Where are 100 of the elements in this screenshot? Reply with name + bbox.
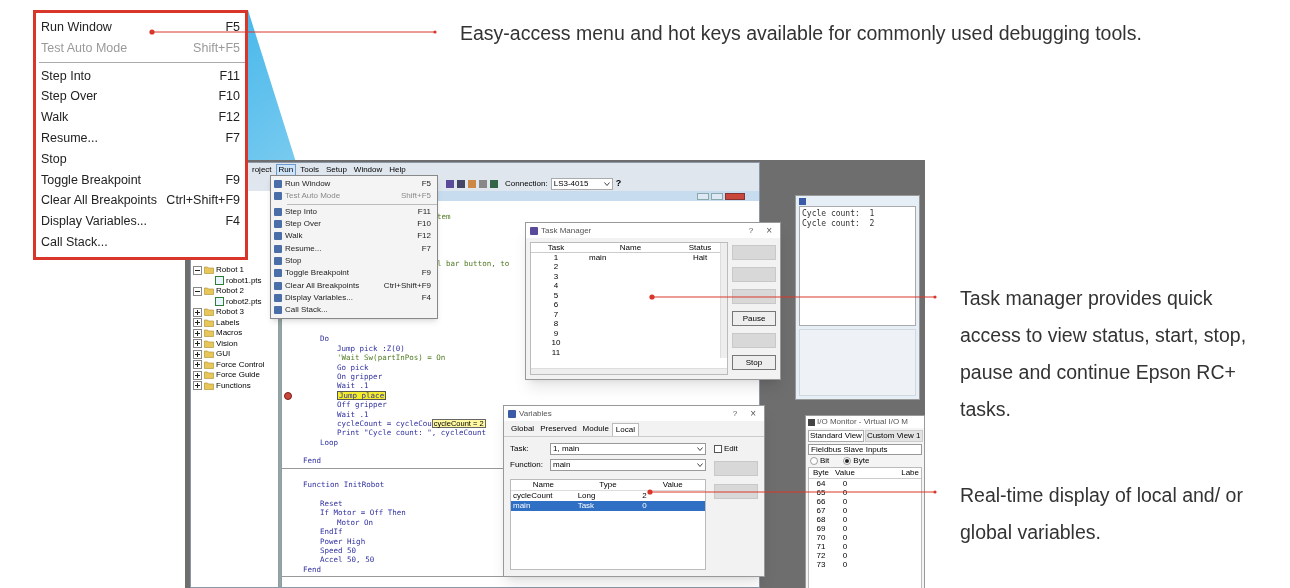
table-cell: 64 <box>816 479 826 488</box>
menu-item[interactable]: Step Into F11 <box>36 65 245 87</box>
connection-label: Connection: <box>505 179 548 188</box>
menu-item[interactable]: Walk F12 <box>36 107 245 128</box>
tree-item[interactable]: GUI <box>216 350 231 359</box>
tree-item[interactable]: robot2.pts <box>226 297 262 306</box>
tab[interactable]: Custom View 1 <box>864 430 923 442</box>
menu-item[interactable]: Call Stack... <box>285 306 437 315</box>
radio-button[interactable] <box>810 457 818 465</box>
menu-item[interactable]: Step Into F11 <box>285 207 437 216</box>
tab[interactable]: Global <box>508 423 538 436</box>
table-cell: 5 <box>553 291 559 300</box>
tree-item[interactable]: Robot 3 <box>216 308 245 317</box>
menu-item[interactable]: Run Window F5 <box>36 17 245 38</box>
expand-icon[interactable] <box>193 318 202 328</box>
help-button[interactable]: ? <box>615 179 622 188</box>
radio-button[interactable] <box>843 457 852 465</box>
close-icon[interactable] <box>725 192 745 200</box>
table-cell: 6 <box>553 301 559 310</box>
radio-label: Bit <box>820 457 830 465</box>
menu-bar-item[interactable]: Tools <box>297 163 322 176</box>
menu-item[interactable]: Display Variables... F4 <box>285 293 437 302</box>
menu-item[interactable]: Stop <box>36 148 245 170</box>
menu-item[interactable]: Toggle Breakpoint F9 <box>36 169 245 191</box>
table-cell: 66 <box>816 497 826 506</box>
tree-item[interactable]: Vision <box>216 339 238 348</box>
breakpoint-icon[interactable] <box>284 391 292 400</box>
close-button[interactable]: × <box>746 408 760 419</box>
tab[interactable]: Standard View <box>808 430 864 442</box>
menu-item[interactable]: Step Over F10 <box>285 220 437 229</box>
tree-item[interactable]: Labels <box>216 318 240 327</box>
expand-icon[interactable] <box>193 360 202 370</box>
horizontal-scrollbar[interactable] <box>531 368 727 374</box>
expand-icon[interactable] <box>193 339 202 349</box>
table-row[interactable]: main Task 0 <box>511 501 705 511</box>
menu-bar-item[interactable]: Setup <box>322 163 350 176</box>
collapse-icon[interactable] <box>193 265 202 275</box>
menu-item[interactable]: Toggle Breakpoint F9 <box>285 269 437 278</box>
checkbox[interactable] <box>714 445 722 453</box>
window-title: Task Manager <box>541 226 593 235</box>
menu-bar-item[interactable]: Run <box>275 163 297 176</box>
table-cell: 11 <box>551 348 561 357</box>
expand-icon[interactable] <box>193 307 202 317</box>
table-cell: 69 <box>816 524 826 533</box>
expand-icon[interactable] <box>193 370 202 380</box>
checkbox-label: Edit <box>724 445 738 453</box>
help-button[interactable]: ? <box>742 226 760 235</box>
tab[interactable]: Module <box>579 423 612 436</box>
expand-icon[interactable] <box>193 328 202 338</box>
tree-item[interactable]: Functions <box>216 381 251 390</box>
menu-item[interactable]: Run Window F5 <box>285 180 437 189</box>
tab[interactable]: Preserved <box>537 423 580 436</box>
dropdown[interactable]: main <box>550 459 706 471</box>
tree-item[interactable]: Force Guide <box>216 371 261 380</box>
menu-item[interactable]: Resume... F7 <box>36 128 245 149</box>
menu-item[interactable]: Display Variables... F4 <box>36 211 245 232</box>
app-icon <box>808 418 815 426</box>
menu-item[interactable]: Call Stack... <box>36 231 245 253</box>
menu-item[interactable]: Clear All Breakpoints Ctrl+Shift+F9 <box>36 190 245 212</box>
field-label: Function: <box>510 461 544 469</box>
vertical-scrollbar[interactable] <box>720 243 727 358</box>
tree-item[interactable]: Force Control <box>216 360 265 369</box>
menu-bar-item[interactable]: roject <box>249 163 275 176</box>
dialog-button[interactable]: Pause <box>732 311 776 326</box>
menu-item[interactable]: Walk F12 <box>285 232 437 241</box>
tree-item[interactable]: Robot 2 <box>216 287 245 296</box>
menu-item[interactable]: Step Over F10 <box>36 86 245 108</box>
table-cell: 4 <box>553 282 559 291</box>
dropdown[interactable]: 1, main <box>550 443 706 455</box>
tree-item[interactable]: Macros <box>216 329 243 338</box>
menu-item[interactable]: Stop <box>285 256 437 265</box>
table-cell: 68 <box>816 515 826 524</box>
column-header: Value <box>661 481 684 489</box>
table-cell: 0 <box>842 506 848 515</box>
column-header: Labe <box>900 469 920 477</box>
help-button[interactable]: ? <box>726 409 744 418</box>
table-cell: 0 <box>842 533 848 542</box>
folder-icon <box>204 287 214 296</box>
tree-item[interactable]: Robot 1 <box>216 266 245 275</box>
connection-dropdown[interactable]: LS3-4015 <box>550 177 613 190</box>
collapse-icon[interactable] <box>193 286 202 296</box>
menu-bar-item[interactable]: Help <box>386 163 409 176</box>
output-line: Cycle count: 1 <box>802 209 876 219</box>
menu-item[interactable]: Clear All Breakpoints Ctrl+Shift+F9 <box>285 281 437 290</box>
tab[interactable]: Local <box>611 423 639 436</box>
tree-item[interactable]: robot1.pts <box>226 276 262 285</box>
table-row[interactable]: cycleCount Long 2 <box>511 491 705 501</box>
close-button[interactable]: × <box>762 225 776 236</box>
menu-bar-item[interactable]: Window <box>350 163 386 176</box>
expand-icon[interactable] <box>193 349 202 359</box>
table-cell: 3 <box>553 272 559 281</box>
table-cell: 2 <box>553 263 559 272</box>
column-header: Name <box>531 481 555 489</box>
chevron-down-icon <box>697 463 703 467</box>
table-cell: 71 <box>816 542 826 551</box>
menu-item[interactable]: Resume... F7 <box>285 244 437 253</box>
dropdown[interactable]: Fieldbus Slave Inputs <box>808 444 922 455</box>
dialog-button[interactable]: Stop <box>732 355 776 370</box>
expand-icon[interactable] <box>193 381 202 391</box>
file-icon <box>215 276 224 286</box>
